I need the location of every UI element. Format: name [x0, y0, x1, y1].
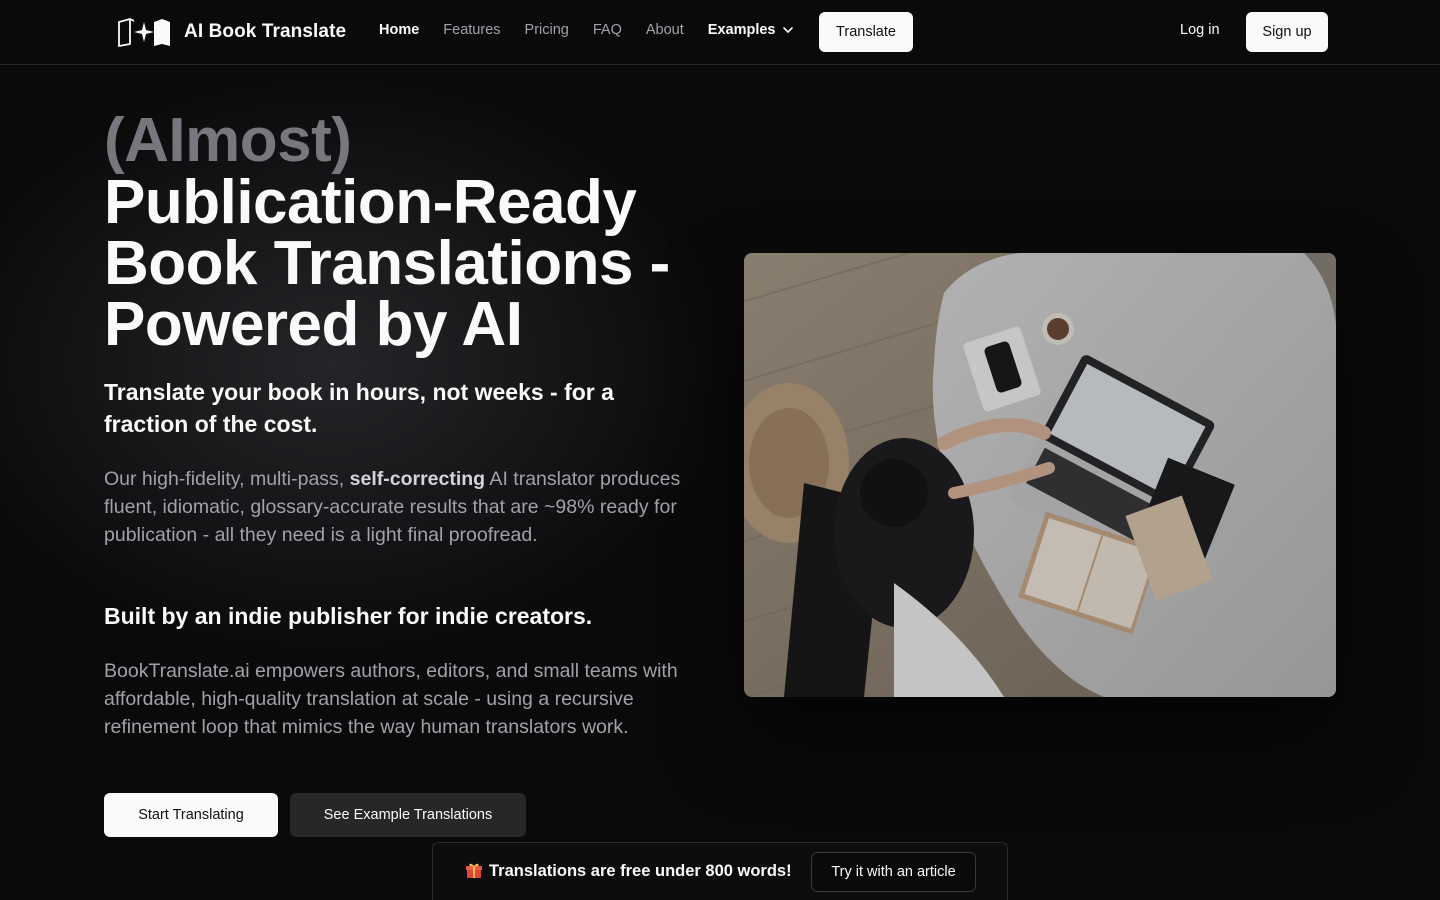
brand[interactable]: AI Book Translate	[116, 16, 346, 48]
hero-photo	[744, 253, 1336, 697]
hero-description: Our high-fidelity, multi-pass, self-corr…	[104, 465, 694, 549]
brand-name: AI Book Translate	[184, 21, 347, 42]
nav-translate-button[interactable]: Translate	[819, 12, 913, 52]
primary-nav: Home Features Pricing FAQ About Examples	[379, 22, 794, 38]
see-examples-button[interactable]: See Example Translations	[290, 793, 526, 837]
nav-features-link[interactable]: Features	[443, 22, 500, 38]
nav-pricing-link[interactable]: Pricing	[525, 22, 569, 38]
book-sparkle-logo-icon	[118, 18, 170, 47]
signup-button[interactable]: Sign up	[1246, 12, 1328, 52]
indie-description: BookTranslate.ai empowers authors, edito…	[104, 660, 678, 738]
gift-icon	[466, 863, 482, 878]
nav-examples-label: Examples	[707, 22, 776, 38]
hero-title: Publication-Ready Book Translations - Po…	[104, 168, 670, 359]
hero-prefix: (AImost)	[104, 106, 352, 175]
hero-description-emphasis: self-correcting	[349, 468, 486, 490]
promo-label: Translations are free under 800 words!	[489, 862, 792, 880]
login-link[interactable]: Log in	[1180, 22, 1220, 38]
top-navbar: AI Book Translate Home Features Pricing …	[0, 0, 1440, 65]
hero-subtitle: Translate your book in hours, not weeks …	[104, 379, 614, 437]
try-article-button[interactable]: Try it with an article	[811, 852, 976, 892]
hero-description-start: Our high-fidelity, multi-pass,	[104, 468, 350, 490]
nav-examples-dropdown[interactable]: Examples	[708, 22, 794, 38]
nav-faq-link[interactable]: FAQ	[593, 22, 622, 38]
laptop-workspace-illustration	[744, 253, 1336, 697]
hero-heading: (AImost) Publication-Ready Book Translat…	[104, 106, 704, 359]
nav-about-link[interactable]: About	[646, 22, 684, 38]
promo-banner: Translations are free under 800 words! T…	[432, 842, 1008, 900]
start-translating-button[interactable]: Start Translating	[104, 793, 278, 837]
chevron-down-icon	[782, 27, 793, 33]
nav-home-link[interactable]: Home	[379, 22, 419, 38]
indie-subtitle: Built by an indie publisher for indie cr…	[104, 603, 593, 629]
promo-text: Translations are free under 800 words!	[465, 861, 792, 881]
